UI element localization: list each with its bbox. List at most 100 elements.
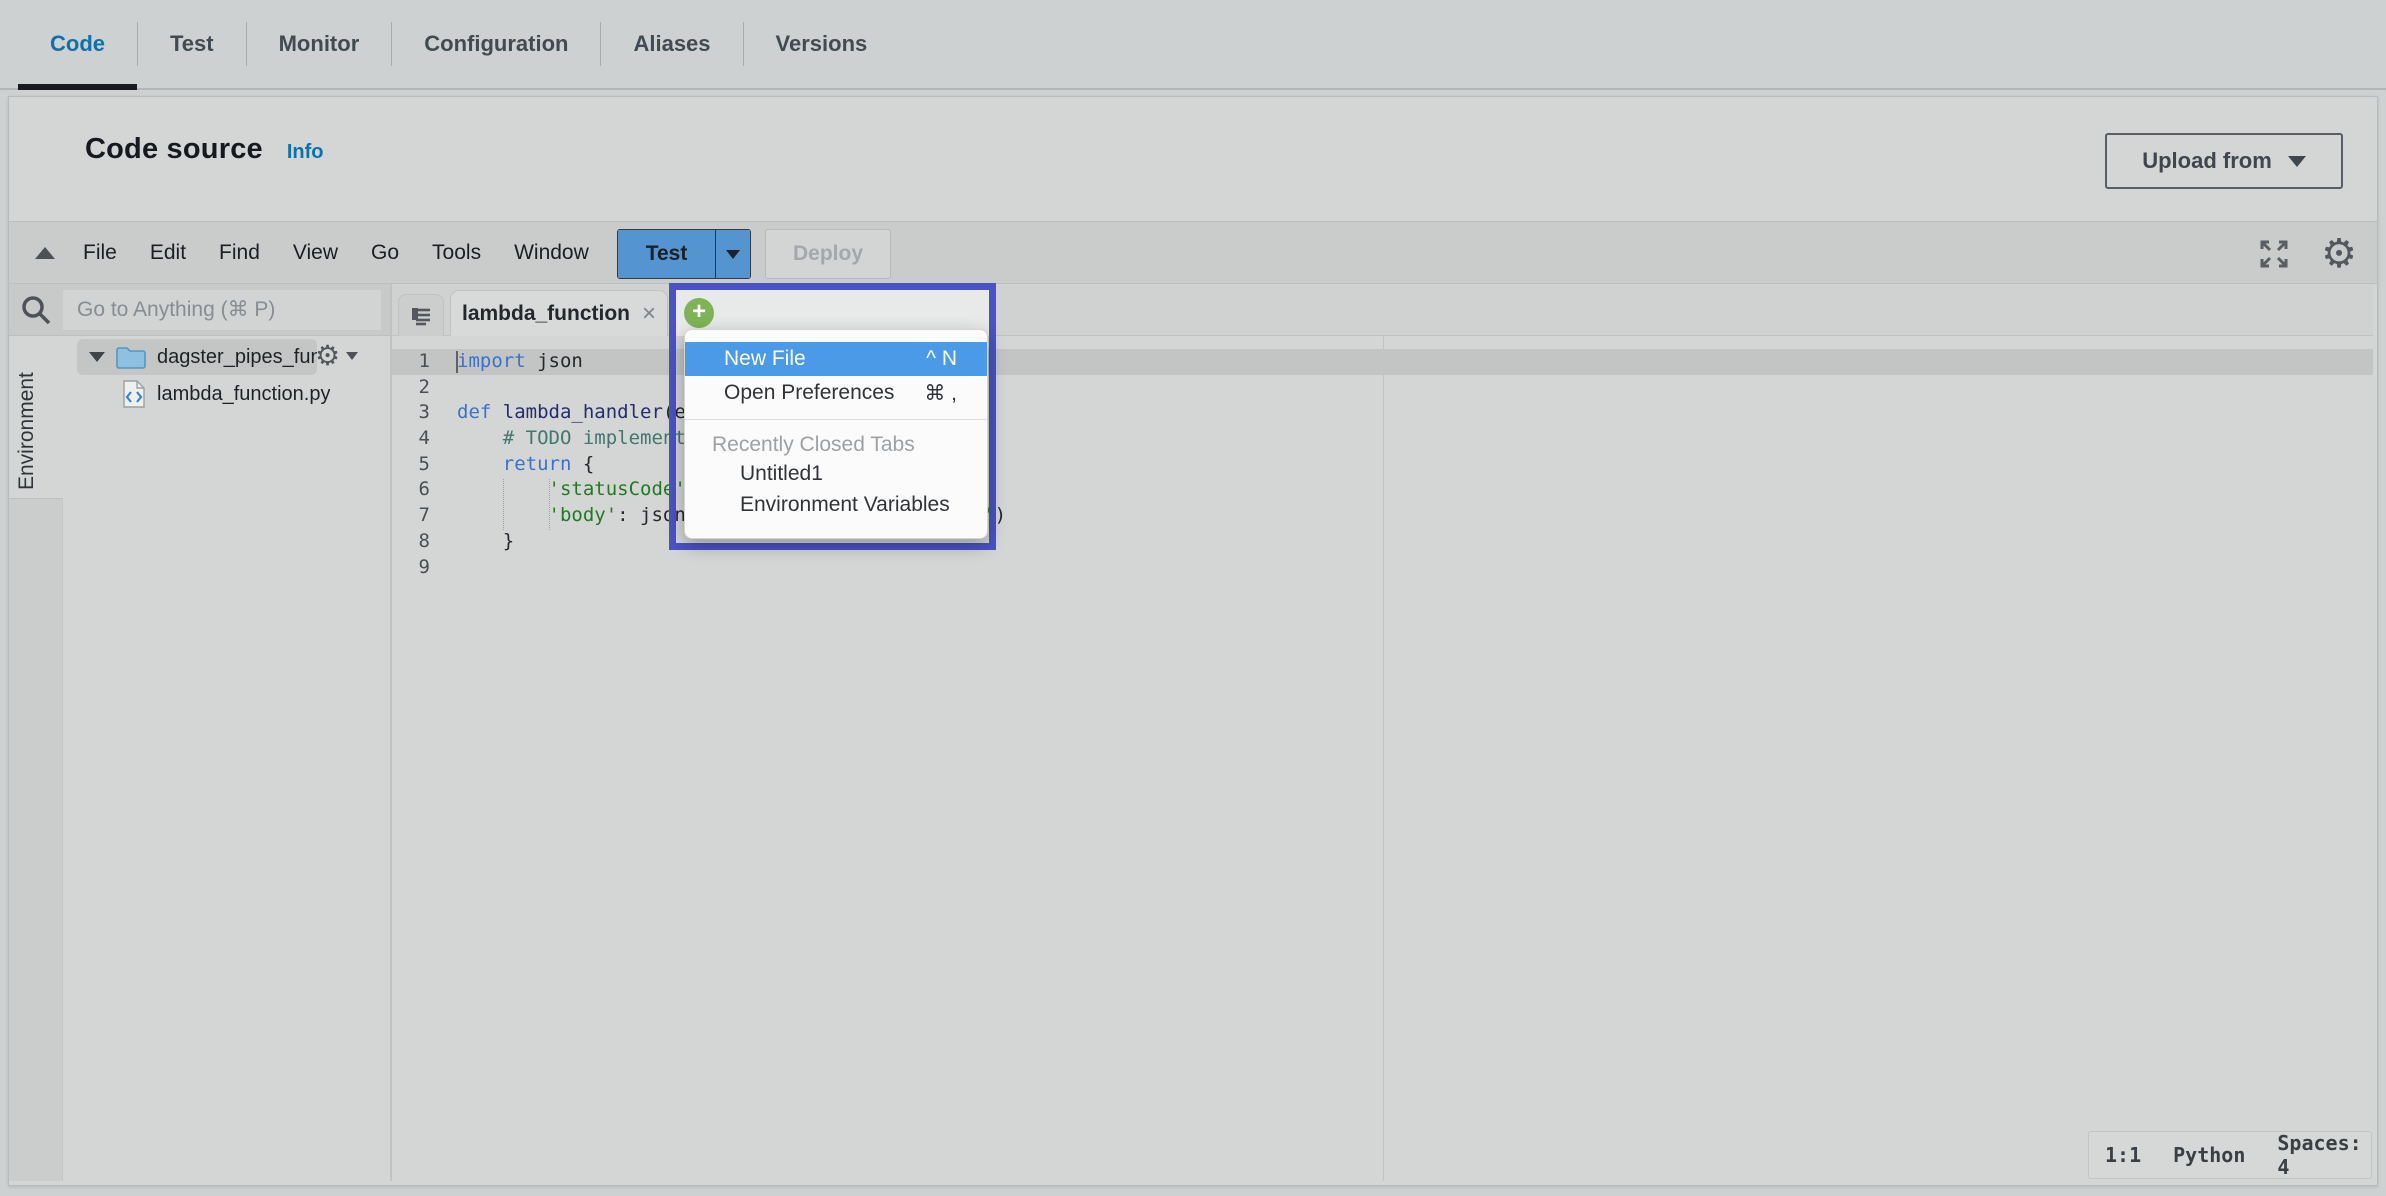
chevron-down-icon: [346, 352, 358, 360]
menu-divider: [685, 419, 987, 420]
dropdown-menu: New File ^ N Open Preferences ⌘ , Recently …: [684, 329, 988, 539]
environment-sidebar: Environment dagster_pipes_funct ⚙: [9, 336, 391, 1181]
menu-item-tools[interactable]: Tools: [432, 241, 481, 265]
code-token: 'body': [549, 504, 618, 526]
menu-item-window[interactable]: Window: [514, 241, 589, 265]
tree-folder-row[interactable]: dagster_pipes_funct: [77, 339, 317, 375]
text-cursor: [456, 351, 458, 373]
chevron-down-icon: [726, 250, 740, 259]
test-dropdown-button[interactable]: [715, 230, 750, 278]
line-number: 2: [392, 375, 440, 401]
code-source-panel: Code source Info Upload from File Edit Fin…: [8, 96, 2378, 1186]
tab-list-icon: [408, 304, 434, 328]
line-number: 1: [392, 349, 440, 375]
line-number: 6: [392, 477, 440, 503]
folder-settings-button[interactable]: ⚙: [315, 342, 358, 370]
cursor-position[interactable]: 1:1: [2105, 1143, 2141, 1167]
code-token: [491, 401, 502, 423]
deploy-button[interactable]: Deploy: [765, 229, 891, 279]
menu-item-file[interactable]: File: [83, 241, 117, 265]
nav-tab-test[interactable]: Test: [138, 0, 246, 88]
search-icon[interactable]: [19, 293, 53, 327]
python-file-icon: [121, 379, 147, 409]
code-token: # TODO implement: [503, 427, 686, 449]
code-token: [457, 453, 503, 475]
panel-header: Code source Info: [85, 133, 324, 166]
print-margin-line: [1383, 336, 1384, 1181]
page-title: Code source: [85, 133, 263, 166]
code-token: ): [995, 504, 1006, 526]
folder-name: dagster_pipes_funct: [157, 346, 317, 369]
indent-guide: [549, 479, 550, 530]
menu-item-find[interactable]: Find: [219, 241, 260, 265]
menu-item-edit[interactable]: Edit: [150, 241, 186, 265]
nav-tab-aliases[interactable]: Aliases: [601, 0, 742, 88]
menu-item-open-preferences[interactable]: Open Preferences ⌘ ,: [685, 376, 987, 410]
menu-item-shortcut: ⌘ ,: [924, 381, 957, 406]
menu-item-go[interactable]: Go: [371, 241, 399, 265]
sidebar-search-row: [9, 284, 391, 336]
folder-icon: [115, 344, 147, 370]
settings-gear-icon[interactable]: ⚙: [2321, 234, 2357, 274]
test-button[interactable]: Test: [618, 230, 715, 278]
code-token: import: [457, 350, 526, 372]
sidebar-rail: [9, 498, 63, 1181]
line-number: 9: [392, 555, 440, 581]
info-link[interactable]: Info: [287, 141, 324, 164]
fullscreen-icon[interactable]: [2257, 237, 2291, 271]
tree-file-row[interactable]: lambda_function.py: [121, 376, 330, 412]
recent-tab-untitled1[interactable]: Untitled1: [685, 458, 987, 489]
recently-closed-tabs-list: Untitled1Environment Variables: [685, 458, 987, 520]
menu-item-shortcut: ^ N: [926, 347, 957, 371]
code-token: 'statusCode': [549, 478, 686, 500]
code-token: return: [503, 453, 572, 475]
indent-guide: [503, 479, 504, 530]
collapse-up-icon[interactable]: [35, 247, 55, 259]
indentation-setting[interactable]: Spaces: 4: [2277, 1131, 2361, 1179]
file-name: lambda_function.py: [157, 383, 330, 406]
line-number: 7: [392, 503, 440, 529]
menu-item-new-file[interactable]: New File ^ N: [685, 342, 987, 376]
menu-item-label: New File: [724, 347, 806, 371]
upload-from-button[interactable]: Upload from: [2105, 133, 2343, 189]
line-number: 8: [392, 529, 440, 555]
code-token: json: [526, 350, 583, 372]
code-token: lambda_handler: [503, 401, 663, 423]
tab-list-button[interactable]: [398, 294, 444, 336]
menubar-items: File Edit Find View Go Tools Window: [83, 241, 622, 265]
close-tab-icon[interactable]: ×: [642, 300, 656, 328]
environment-tab[interactable]: Environment: [15, 346, 57, 516]
nav-tab-monitor[interactable]: Monitor: [247, 0, 392, 88]
language-mode[interactable]: Python: [2173, 1143, 2245, 1167]
recent-tab-environment-variables[interactable]: Environment Variables: [685, 489, 987, 520]
recently-closed-tabs-header: Recently Closed Tabs: [685, 431, 987, 458]
code-line: [457, 555, 1006, 581]
nav-tab-versions[interactable]: Versions: [744, 0, 900, 88]
menubar-right-icons: ⚙: [2257, 222, 2357, 285]
code-token: }: [457, 530, 514, 552]
line-number: 4: [392, 426, 440, 452]
folder-expand-icon[interactable]: [89, 352, 105, 362]
function-nav-tabs: CodeTestMonitorConfigurationAliasesVersi…: [0, 0, 2386, 90]
nav-tab-configuration[interactable]: Configuration: [392, 0, 600, 88]
upload-from-label: Upload from: [2142, 148, 2272, 174]
goto-anything-input[interactable]: [63, 290, 381, 330]
ide-menubar: File Edit Find View Go Tools Window Test Deplo…: [9, 221, 2377, 284]
line-number: 3: [392, 400, 440, 426]
editor-statusbar: 1:1 Python Spaces: 4 ⚙: [2088, 1131, 2372, 1179]
code-token: def: [457, 401, 491, 423]
add-tab-button[interactable]: +: [684, 298, 714, 328]
menu-item-label: Open Preferences: [724, 381, 894, 405]
editor-tab-lambda-function[interactable]: lambda_function ×: [450, 290, 668, 336]
line-number: 5: [392, 452, 440, 478]
lambda-console: CodeTestMonitorConfigurationAliasesVersi…: [0, 0, 2386, 1196]
editor-tab-label: lambda_function: [462, 302, 630, 326]
test-split-button[interactable]: Test: [617, 229, 751, 279]
chevron-down-icon: [2288, 156, 2306, 167]
dropdown-menu-items: New File ^ N Open Preferences ⌘ ,: [685, 342, 987, 410]
line-number-gutter: 123456789: [392, 349, 440, 580]
code-token: {: [571, 453, 594, 475]
new-tab-dropdown: + New File ^ N Open Preferences ⌘ , Recentl…: [669, 283, 996, 550]
menu-item-view[interactable]: View: [293, 241, 338, 265]
nav-tab-code[interactable]: Code: [18, 0, 137, 88]
